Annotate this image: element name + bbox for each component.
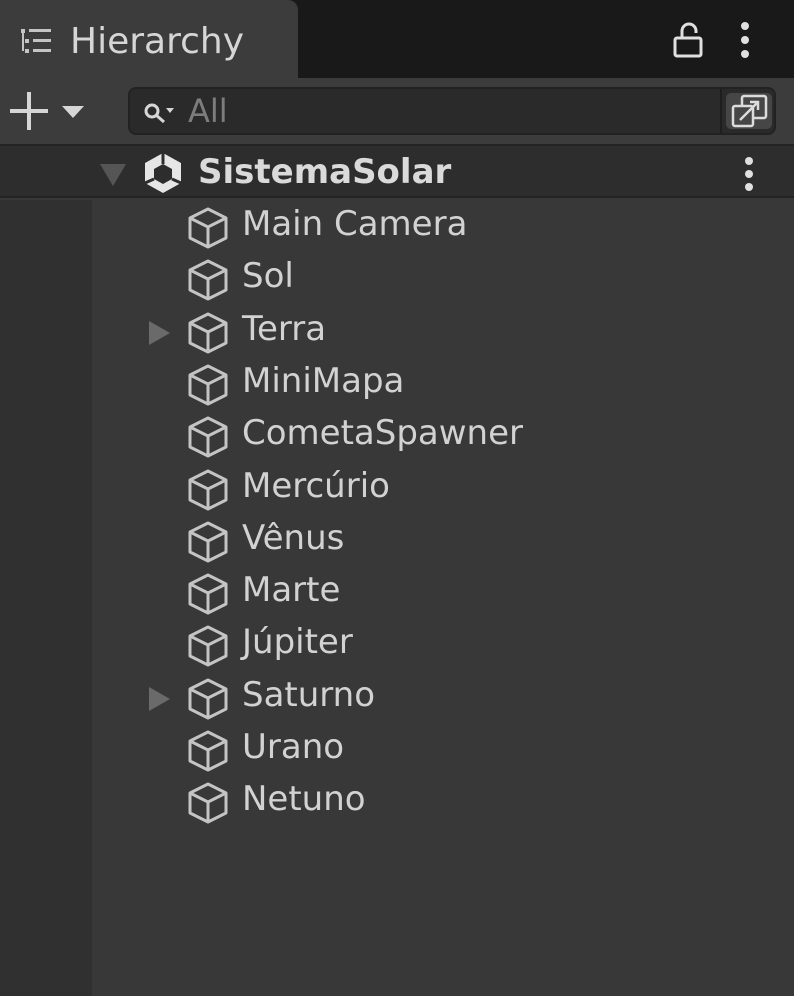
hierarchy-item-label: Sol [242, 256, 294, 297]
scene-name: SistemaSolar [198, 152, 452, 192]
gameobject-cube-icon [188, 625, 228, 667]
tree-gutter [0, 200, 92, 996]
hierarchy-item[interactable]: CometaSpawner [92, 409, 794, 461]
gameobject-cube-icon [188, 573, 228, 615]
hierarchy-item[interactable]: Sol [92, 252, 794, 304]
hierarchy-item[interactable]: MiniMapa [92, 357, 794, 409]
hierarchy-item-label: Marte [242, 570, 341, 611]
gameobject-cube-icon [188, 364, 228, 406]
hierarchy-item[interactable]: Vênus [92, 514, 794, 566]
hierarchy-item-label: Júpiter [242, 622, 353, 663]
hierarchy-item-label: Saturno [242, 674, 376, 715]
search-input[interactable] [188, 91, 708, 131]
gameobject-cube-icon [188, 678, 228, 720]
scene-kebab-menu-icon[interactable] [736, 154, 762, 194]
hierarchy-item-label: MiniMapa [242, 360, 405, 401]
collapsed-arrow-icon[interactable] [144, 685, 172, 713]
gameobject-cube-icon [188, 521, 228, 563]
unity-scene-icon [144, 153, 182, 193]
hierarchy-tree: SistemaSolar Main Camera Sol Terra MiniMapa… [0, 146, 794, 996]
hierarchy-item-label: Vênus [242, 517, 345, 558]
gameobject-cube-icon [188, 259, 228, 301]
hierarchy-item-label: Urano [242, 727, 345, 767]
kebab-menu-icon[interactable] [730, 18, 760, 62]
hierarchy-list-icon [21, 29, 51, 53]
tab-hierarchy[interactable]: Hierarchy [0, 0, 298, 80]
scene-row[interactable]: SistemaSolar [0, 146, 794, 198]
toolbar [0, 78, 794, 146]
gameobject-cube-icon [188, 207, 228, 249]
search-field[interactable] [128, 87, 776, 135]
panel-title: Hierarchy [70, 21, 245, 62]
gameobject-cube-icon [188, 312, 228, 354]
hierarchy-item-label: CometaSpawner [242, 413, 523, 454]
search-mode-icon [731, 94, 768, 128]
tab-bar: Hierarchy [0, 0, 794, 80]
gameobject-cube-icon [188, 416, 228, 458]
hierarchy-item[interactable]: Marte [92, 566, 794, 618]
search-icon [144, 103, 174, 124]
expanded-arrow-icon[interactable] [96, 160, 130, 188]
hierarchy-item[interactable]: Main Camera [92, 200, 794, 252]
hierarchy-item[interactable]: Saturno [92, 671, 794, 723]
hierarchy-item-label: Mercúrio [242, 465, 390, 506]
plus-dropdown-icon[interactable] [4, 88, 94, 134]
search-divider [720, 89, 722, 133]
gameobject-cube-icon [188, 782, 228, 824]
collapsed-arrow-icon[interactable] [144, 319, 172, 347]
hierarchy-item[interactable]: Júpiter [92, 618, 794, 670]
gameobject-cube-icon [188, 469, 228, 510]
hierarchy-item[interactable]: Terra [92, 305, 794, 357]
hierarchy-item-label: Main Camera [242, 204, 468, 244]
gameobject-cube-icon [188, 730, 228, 772]
hierarchy-window: Hierarchy All SistemaSolar Main Camera S… [0, 0, 794, 996]
hierarchy-item-label: Netuno [242, 779, 366, 820]
hierarchy-item[interactable]: Mercúrio [92, 462, 794, 514]
lock-open-icon[interactable] [668, 20, 708, 60]
search-mode-button[interactable] [726, 93, 772, 129]
hierarchy-item[interactable]: Netuno [92, 775, 794, 827]
hierarchy-item-label: Terra [242, 308, 327, 349]
hierarchy-item[interactable]: Urano [92, 723, 794, 775]
